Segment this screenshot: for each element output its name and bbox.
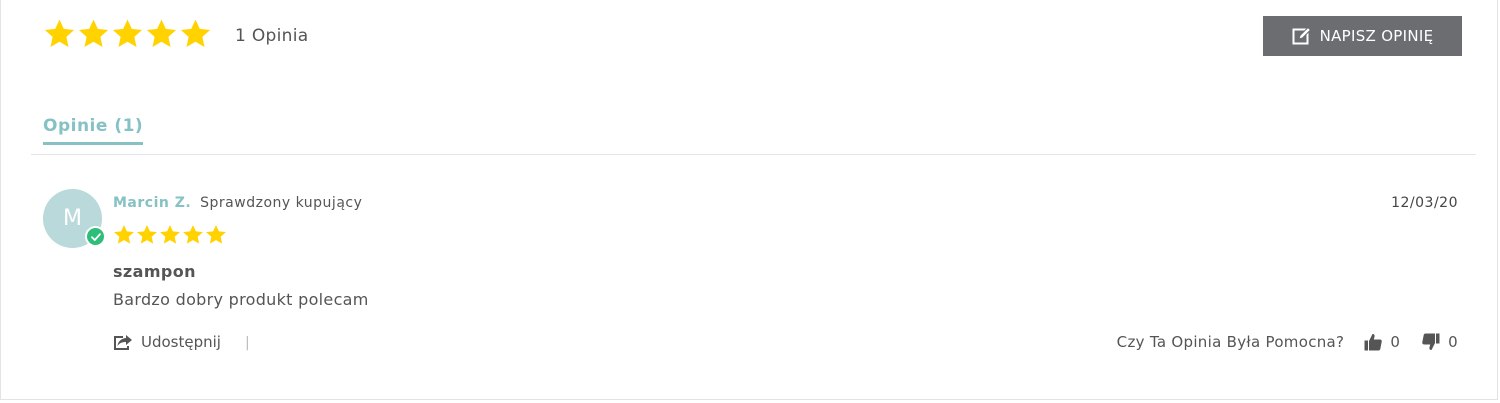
review-count: 1 Opinia [235,26,309,46]
review-title: szampon [113,262,196,281]
share-label: Udostępnij [141,333,221,351]
write-review-label: NAPISZ OPINIĘ [1319,27,1434,45]
review-date: 12/03/20 [1391,195,1458,211]
star-icon [180,19,211,47]
verified-check-icon [85,226,106,247]
star-icon [146,19,177,47]
author-name: Marcin Z. [113,195,192,211]
star-icon [160,225,180,244]
write-review-button[interactable]: NAPISZ OPINIĘ [1263,16,1462,56]
star-icon [114,225,134,244]
summary-rating-stars [43,18,212,49]
tab-reviews[interactable]: Opinie (1) [43,116,144,145]
thumbs-up-button[interactable]: 0 [1364,333,1400,351]
star-icon [183,225,203,244]
review-body: Bardzo dobry produkt polecam [113,290,369,309]
thumbs-down-icon [1422,333,1440,350]
star-icon [206,225,226,244]
star-icon [112,19,143,47]
review-rating-stars [113,224,227,245]
helpful-question: Czy Ta Opinia Była Pomocna? [1116,333,1345,351]
thumbs-up-count: 0 [1390,333,1401,351]
tab-divider [31,154,1476,155]
helpful-votes: Czy Ta Opinia Była Pomocna? 0 0 [1117,333,1458,351]
edit-icon [1292,26,1311,45]
share-separator: | [245,335,250,351]
thumbs-down-count: 0 [1448,333,1458,351]
share-icon [114,335,132,350]
share-button[interactable]: Udostępnij [113,333,221,351]
star-icon [44,19,75,47]
star-icon [78,19,109,47]
author-line: Marcin Z. Sprawdzony kupujący [113,195,362,211]
thumbs-up-icon [1364,334,1383,351]
reviews-widget: 1 Opinia NAPISZ OPINIĘ Opinie (1) M Marc… [0,0,1498,400]
star-icon [137,225,157,244]
verified-buyer-badge: Sprawdzony kupujący [200,195,363,211]
thumbs-down-button[interactable]: 0 [1422,333,1458,351]
